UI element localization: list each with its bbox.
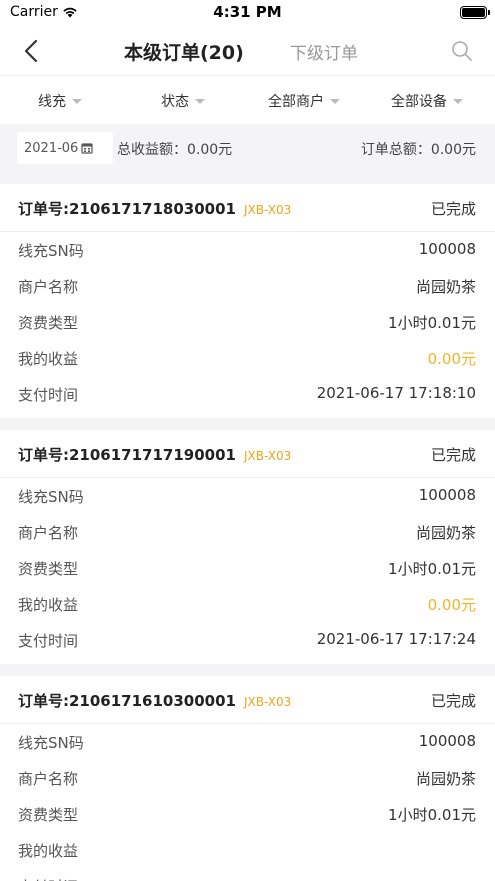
filter-label: 全部商户 [268, 94, 324, 110]
row-sn: 线充SN码 100008 [0, 478, 495, 514]
label-income: 我的收益 [18, 596, 79, 614]
value-sn: 100008 [418, 732, 476, 750]
row-merchant: 商户名称 尚园奶茶 [0, 268, 495, 304]
order-number: 订单号:2106171717190001 JXB-X03 [18, 444, 291, 465]
date-picker[interactable]: 2021-06 [17, 132, 113, 164]
caret-down-icon [72, 98, 82, 104]
value-sn: 100008 [418, 240, 476, 258]
row-merchant: 商户名称 尚园奶茶 [0, 760, 495, 796]
filter-bar: 线充 状态 全部商户 全部设备 [0, 76, 495, 124]
filter-label: 状态 [161, 94, 189, 110]
caret-down-icon [330, 98, 340, 104]
value-pay-time: 2021-06-17 17:17:24 [316, 630, 476, 648]
order-header: 订单号:2106171610300001 JXB-X03 已完成 [0, 676, 495, 724]
caret-down-icon [195, 98, 205, 104]
clock: 4:31 PM [213, 3, 282, 21]
order-number-text: 订单号:2106171610300001 [18, 692, 236, 710]
label-pay-time: 支付时间 [18, 632, 79, 650]
row-sn: 线充SN码 100008 [0, 232, 495, 268]
label-income: 我的收益 [18, 842, 79, 860]
total-income: 总收益额：0.00元 [117, 142, 233, 158]
device-tag: JXB-X03 [244, 695, 292, 709]
value-merchant: 尚园奶茶 [415, 278, 476, 296]
value-merchant: 尚园奶茶 [415, 770, 476, 788]
label-sn: 线充SN码 [18, 734, 84, 752]
device-tag: JXB-X03 [244, 203, 292, 217]
label-fee-type: 资费类型 [18, 314, 79, 332]
value-income: 0.00元 [427, 596, 476, 614]
row-income: 我的收益 0.00元 [0, 586, 495, 622]
order-number-text: 订单号:2106171717190001 [18, 446, 236, 464]
value-fee-type: 1小时0.01元 [388, 806, 476, 824]
row-pay-time: 支付时间 2021-06-17 17:18:10 [0, 376, 495, 412]
row-merchant: 商户名称 尚园奶茶 [0, 514, 495, 550]
label-merchant: 商户名称 [18, 770, 79, 788]
order-header: 订单号:2106171717190001 JXB-X03 已完成 [0, 430, 495, 478]
label-pay-time: 支付时间 [18, 876, 78, 881]
filter-charge-type[interactable]: 线充 [38, 91, 82, 111]
navigation-bar: 本级订单(20) 下级订单 [0, 26, 495, 76]
tab-sub-level-orders[interactable]: 下级订单 [290, 39, 358, 64]
value-pay-time: 2021-06-17 17:18:10 [316, 384, 476, 402]
row-fee-type: 资费类型 1小时0.01元 [0, 304, 495, 340]
date-value: 2021-06 [24, 140, 79, 156]
calendar-icon [81, 143, 93, 154]
caret-down-icon [453, 98, 463, 104]
label-merchant: 商户名称 [18, 524, 79, 542]
value-merchant: 尚园奶茶 [415, 524, 476, 542]
order-header: 订单号:2106171718030001 JXB-X03 已完成 [0, 184, 495, 232]
value-sn: 100008 [418, 486, 476, 504]
filter-status[interactable]: 状态 [161, 91, 205, 111]
label-pay-time: 支付时间 [18, 386, 79, 404]
filter-merchant[interactable]: 全部商户 [268, 91, 340, 111]
search-icon[interactable] [451, 40, 473, 62]
battery-icon [460, 6, 490, 19]
device-tag: JXB-X03 [244, 449, 292, 463]
order-number: 订单号:2106171718030001 JXB-X03 [18, 198, 291, 219]
row-income: 我的收益 0.00元 [0, 340, 495, 376]
row-fee-type: 资费类型 1小时0.01元 [0, 550, 495, 586]
value-fee-type: 1小时0.01元 [388, 314, 476, 332]
order-number: 订单号:2106171610300001 JXB-X03 [18, 690, 291, 711]
order-status: 已完成 [430, 692, 476, 710]
label-sn: 线充SN码 [18, 242, 84, 260]
filter-label: 线充 [38, 94, 66, 110]
value-fee-type: 1小时0.01元 [388, 560, 476, 578]
label-merchant: 商户名称 [18, 278, 79, 296]
filter-device[interactable]: 全部设备 [391, 91, 463, 111]
order-status: 已完成 [430, 446, 476, 464]
summary-bar: 2021-06 总收益额：0.00元 订单总额：0.00元 [0, 124, 495, 172]
label-fee-type: 资费类型 [18, 806, 79, 824]
order-card[interactable]: 订单号:2106171717190001 JXB-X03 已完成 线充SN码 100… [0, 430, 495, 664]
label-fee-type: 资费类型 [18, 560, 79, 578]
order-card[interactable]: 订单号:2106171718030001 JXB-X03 已完成 线充SN码 100… [0, 184, 495, 418]
row-pay-time: 支付时间 2021-06-17 17:17:24 [0, 622, 495, 658]
row-sn: 线充SN码 100008 [0, 724, 495, 760]
status-bar: Carrier 4:31 PM [0, 0, 495, 26]
order-total: 订单总额：0.00元 [360, 142, 476, 158]
order-list: 订单号:2106171718030001 JXB-X03 已完成 线充SN码 100… [0, 184, 495, 881]
order-status: 已完成 [430, 200, 476, 218]
tab-current-level-orders[interactable]: 本级订单(20) [124, 38, 244, 65]
row-income: 我的收益 [0, 832, 495, 868]
order-card[interactable]: 订单号:2106171610300001 JXB-X03 已完成 线充SN码 100… [0, 676, 495, 881]
label-sn: 线充SN码 [18, 488, 84, 506]
value-income: 0.00元 [427, 350, 476, 368]
label-income: 我的收益 [18, 350, 79, 368]
filter-label: 全部设备 [391, 94, 447, 110]
back-arrow-icon[interactable] [20, 38, 44, 64]
row-fee-type: 资费类型 1小时0.01元 [0, 796, 495, 832]
row-pay-time: 支付时间 [0, 868, 495, 881]
order-number-text: 订单号:2106171718030001 [18, 200, 236, 218]
